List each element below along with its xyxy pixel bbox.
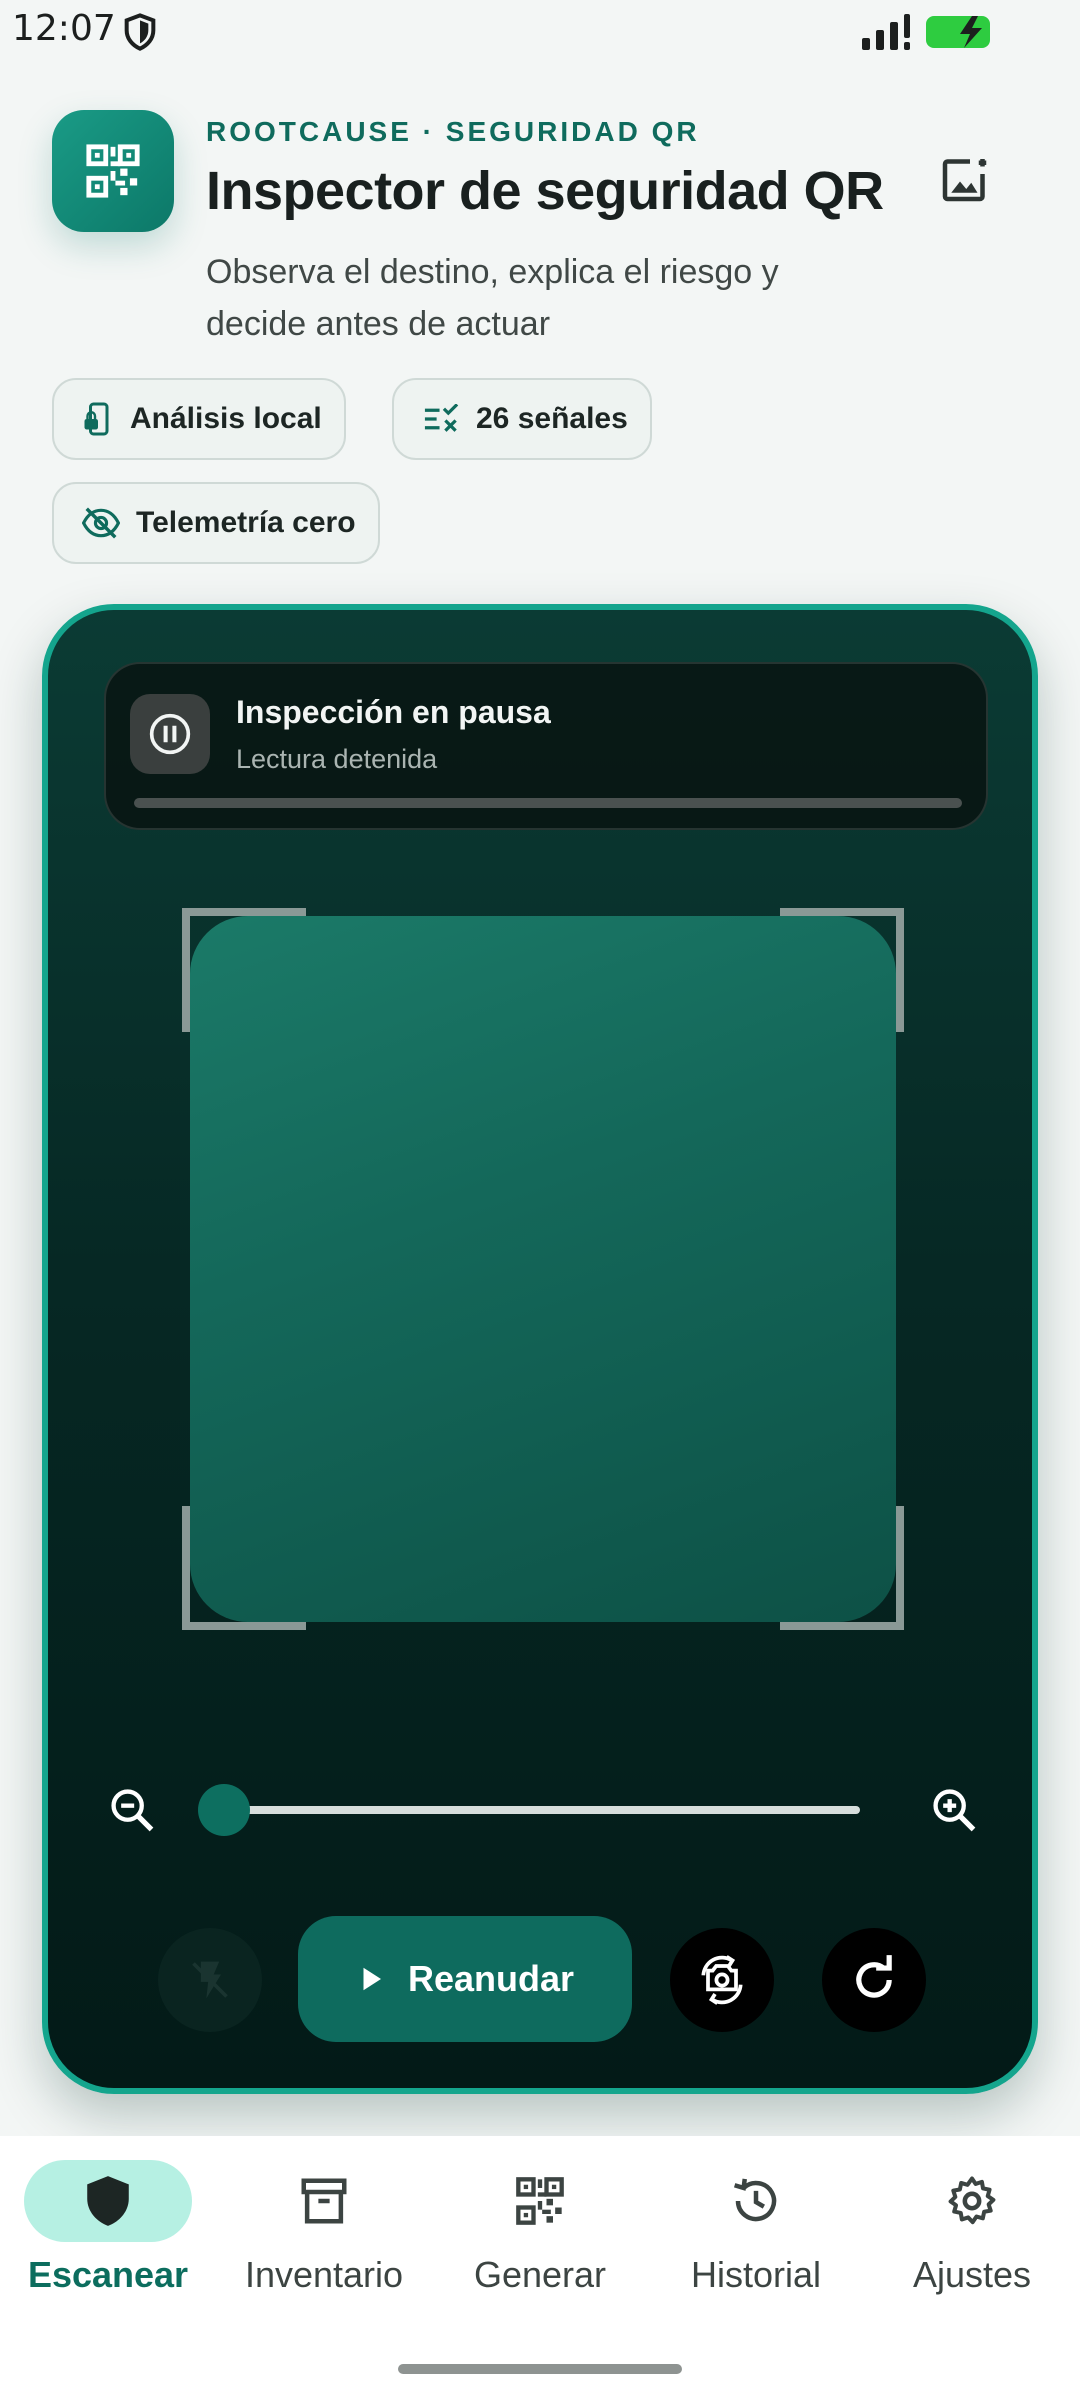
pause-badge bbox=[130, 694, 210, 774]
qr-code-icon bbox=[86, 144, 140, 198]
viewfinder-corner bbox=[182, 908, 306, 1032]
page-title: Inspector de seguridad QR bbox=[206, 161, 884, 221]
status-title: Inspección en pausa bbox=[236, 694, 551, 730]
switch-camera-button[interactable] bbox=[670, 1928, 774, 2032]
zoom-out-button[interactable] bbox=[102, 1780, 162, 1840]
battery-charging-icon bbox=[926, 16, 990, 48]
zoom-slider-thumb[interactable] bbox=[198, 1784, 250, 1836]
brand-eyebrow: ROOTCAUSE · SEGURIDAD QR bbox=[206, 116, 700, 147]
resume-label: Reanudar bbox=[407, 1958, 575, 1999]
archive-icon bbox=[301, 2178, 347, 2224]
nav-label: Generar bbox=[473, 2254, 607, 2295]
status-time: 12:07 bbox=[12, 8, 116, 49]
eye-off-icon bbox=[82, 507, 120, 539]
zoom-in-icon bbox=[933, 1789, 976, 1832]
shield-icon bbox=[87, 2176, 129, 2226]
nav-active-indicator bbox=[24, 2160, 192, 2242]
refresh-button[interactable] bbox=[822, 1928, 926, 2032]
flash-off-icon bbox=[192, 1961, 228, 1999]
nav-item-generate[interactable]: Generar bbox=[432, 2160, 648, 2310]
viewfinder-corner bbox=[182, 1506, 306, 1630]
status-subtitle: Lectura detenida bbox=[236, 744, 438, 774]
nav-label: Ajustes bbox=[912, 2254, 1032, 2295]
shield-icon bbox=[124, 13, 156, 51]
nav-item-settings[interactable]: Ajustes bbox=[864, 2160, 1080, 2310]
chip-label: 26 señales bbox=[476, 402, 628, 435]
switch-camera-icon bbox=[701, 1955, 743, 2005]
page-subtitle: Observa el destino, explica el riesgo y … bbox=[206, 253, 779, 343]
app-logo bbox=[52, 110, 174, 232]
pause-icon bbox=[149, 713, 191, 755]
bottom-navigation: Escanear Inventario Generar Historial Aj… bbox=[0, 2136, 1080, 2400]
refresh-icon bbox=[856, 1955, 892, 1998]
nav-item-inventory[interactable]: Inventario bbox=[216, 2160, 432, 2310]
scanner-panel: Inspección en pausa Lectura detenida Rea… bbox=[42, 604, 1038, 2094]
nav-item-history[interactable]: Historial bbox=[648, 2160, 864, 2310]
history-icon bbox=[733, 2178, 777, 2222]
signal-icon bbox=[862, 14, 910, 50]
nav-label: Escanear bbox=[27, 2254, 189, 2295]
flash-button[interactable] bbox=[158, 1928, 262, 2032]
add-image-icon bbox=[942, 159, 987, 202]
inspection-status-card: Inspección en pausa Lectura detenida bbox=[104, 662, 988, 830]
chip-zero-telemetry: Telemetría cero bbox=[52, 482, 380, 564]
zoom-in-button[interactable] bbox=[924, 1780, 984, 1840]
qr-code-icon bbox=[516, 2177, 564, 2225]
resume-button[interactable]: Reanudar bbox=[298, 1916, 632, 2042]
nav-label: Historial bbox=[690, 2254, 822, 2295]
nav-item-scan[interactable]: Escanear bbox=[0, 2160, 216, 2310]
checklist-icon bbox=[424, 404, 459, 432]
chip-label: Análisis local bbox=[130, 402, 322, 435]
nav-label: Inventario bbox=[244, 2254, 404, 2295]
phone-lock-icon bbox=[84, 402, 109, 436]
chip-local-analysis: Análisis local bbox=[52, 378, 346, 460]
home-indicator[interactable] bbox=[398, 2364, 682, 2374]
gear-icon bbox=[948, 2176, 996, 2225]
status-progress bbox=[134, 798, 962, 808]
viewfinder-corner bbox=[780, 908, 904, 1032]
viewfinder-corner bbox=[780, 1506, 904, 1630]
zoom-out-icon bbox=[111, 1789, 154, 1832]
chip-label: Telemetría cero bbox=[136, 506, 356, 539]
play-icon bbox=[363, 1967, 381, 1991]
zoom-slider-track[interactable] bbox=[224, 1806, 860, 1814]
chip-signals: 26 señales bbox=[392, 378, 652, 460]
import-image-button[interactable] bbox=[924, 138, 1006, 220]
